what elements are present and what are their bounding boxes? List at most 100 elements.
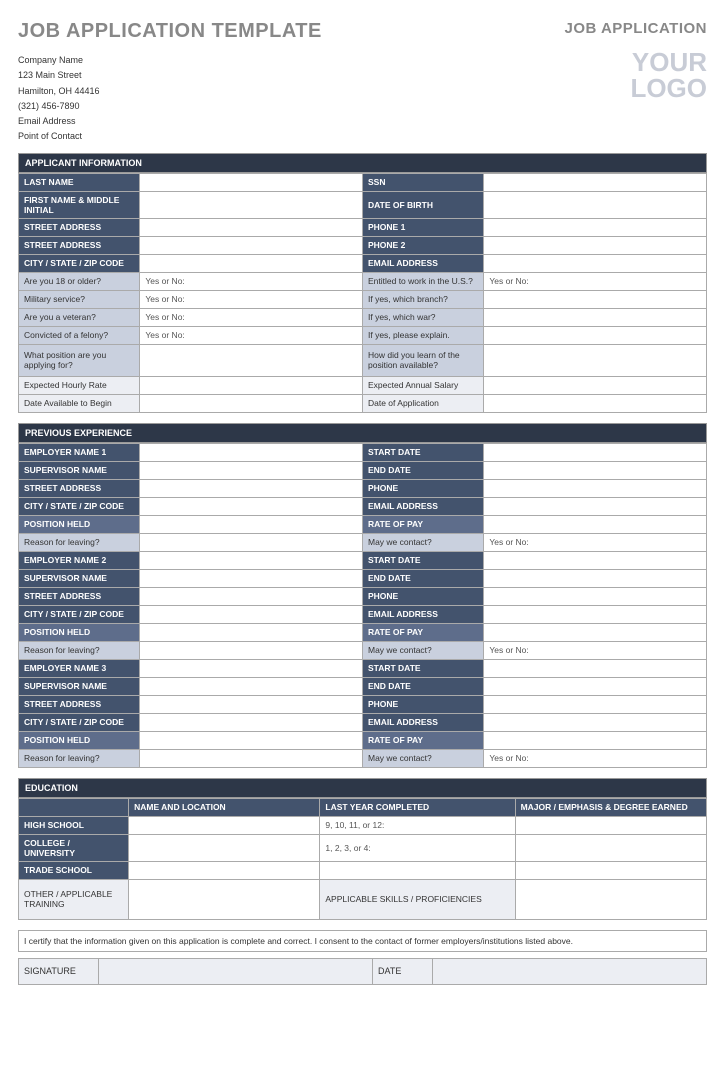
emp1-phone-field[interactable]	[484, 479, 707, 497]
date-field[interactable]	[433, 958, 707, 984]
college-major[interactable]	[515, 834, 706, 861]
trade-nameloc[interactable]	[129, 861, 320, 879]
emp3-pos-field[interactable]	[140, 731, 363, 749]
college-nameloc[interactable]	[129, 834, 320, 861]
hourly-field[interactable]	[140, 376, 363, 394]
emp3-rate-field[interactable]	[484, 731, 707, 749]
signature-field[interactable]	[99, 958, 373, 984]
trade-label: TRADE SCHOOL	[19, 861, 129, 879]
emp3-field[interactable]	[140, 659, 363, 677]
header-right: JOB APPLICATION YOUR LOGO	[564, 20, 707, 145]
emp1-end-label: END DATE	[362, 461, 483, 479]
phone1-field[interactable]	[484, 218, 707, 236]
emp2-sup-field[interactable]	[140, 569, 363, 587]
phone2-label: PHONE 2	[362, 236, 483, 254]
trade-major[interactable]	[515, 861, 706, 879]
emp1-sup-field[interactable]	[140, 461, 363, 479]
street1-field[interactable]	[140, 218, 363, 236]
education-header: EDUCATION	[18, 778, 707, 798]
first-middle-field[interactable]	[140, 191, 363, 218]
last-name-field[interactable]	[140, 173, 363, 191]
hs-years[interactable]: 9, 10, 11, or 12:	[320, 816, 515, 834]
email-label: EMAIL ADDRESS	[362, 254, 483, 272]
emp3-csz-label: CITY / STATE / ZIP CODE	[19, 713, 140, 731]
emp2-csz-field[interactable]	[140, 605, 363, 623]
learn-field[interactable]	[484, 344, 707, 376]
emp1-rate-field[interactable]	[484, 515, 707, 533]
emp3-start-field[interactable]	[484, 659, 707, 677]
emp3-contact-field[interactable]: Yes or No:	[484, 749, 707, 767]
ssn-field[interactable]	[484, 173, 707, 191]
emp3-label: EMPLOYER NAME 3	[19, 659, 140, 677]
applicant-header: APPLICANT INFORMATION	[18, 153, 707, 173]
emp3-email-label: EMAIL ADDRESS	[362, 713, 483, 731]
emp2-street-field[interactable]	[140, 587, 363, 605]
emp3-phone-field[interactable]	[484, 695, 707, 713]
emp1-field[interactable]	[140, 443, 363, 461]
citystatezip-field[interactable]	[140, 254, 363, 272]
emp1-end-field[interactable]	[484, 461, 707, 479]
over18-field[interactable]: Yes or No:	[140, 272, 363, 290]
company-info: Company Name 123 Main Street Hamilton, O…	[18, 53, 322, 145]
job-application-label: JOB APPLICATION	[564, 20, 707, 37]
military-field[interactable]: Yes or No:	[140, 290, 363, 308]
explain-field[interactable]	[484, 326, 707, 344]
emp1-pos-field[interactable]	[140, 515, 363, 533]
college-label: COLLEGE / UNIVERSITY	[19, 834, 129, 861]
emp1-start-field[interactable]	[484, 443, 707, 461]
war-field[interactable]	[484, 308, 707, 326]
branch-field[interactable]	[484, 290, 707, 308]
felony-field[interactable]: Yes or No:	[140, 326, 363, 344]
emp1-reason-field[interactable]	[140, 533, 363, 551]
logo-placeholder: YOUR LOGO	[564, 49, 707, 101]
phone2-field[interactable]	[484, 236, 707, 254]
emp1-email-field[interactable]	[484, 497, 707, 515]
street2-field[interactable]	[140, 236, 363, 254]
dateapp-label: Date of Application	[362, 394, 483, 412]
emp1-start-label: START DATE	[362, 443, 483, 461]
emp3-reason-field[interactable]	[140, 749, 363, 767]
emp3-sup-label: SUPERVISOR NAME	[19, 677, 140, 695]
emp3-csz-field[interactable]	[140, 713, 363, 731]
phone1-label: PHONE 1	[362, 218, 483, 236]
emp2-reason-field[interactable]	[140, 641, 363, 659]
emp3-street-field[interactable]	[140, 695, 363, 713]
email-field[interactable]	[484, 254, 707, 272]
emp3-sup-field[interactable]	[140, 677, 363, 695]
emp3-email-field[interactable]	[484, 713, 707, 731]
emp2-phone-field[interactable]	[484, 587, 707, 605]
emp2-rate-field[interactable]	[484, 623, 707, 641]
emp2-field[interactable]	[140, 551, 363, 569]
skills-field[interactable]	[515, 879, 706, 919]
emp3-end-label: END DATE	[362, 677, 483, 695]
over18-label: Are you 18 or older?	[19, 272, 140, 290]
emp2-pos-field[interactable]	[140, 623, 363, 641]
dob-field[interactable]	[484, 191, 707, 218]
college-years[interactable]: 1, 2, 3, or 4:	[320, 834, 515, 861]
datebegin-field[interactable]	[140, 394, 363, 412]
emp3-end-field[interactable]	[484, 677, 707, 695]
hs-nameloc[interactable]	[129, 816, 320, 834]
other-training-field[interactable]	[129, 879, 320, 919]
emp2-end-field[interactable]	[484, 569, 707, 587]
position-field[interactable]	[140, 344, 363, 376]
emp3-pos-label: POSITION HELD	[19, 731, 140, 749]
emp1-contact-field[interactable]: Yes or No:	[484, 533, 707, 551]
emp2-contact-label: May we contact?	[362, 641, 483, 659]
cert-text: I certify that the information given on …	[19, 930, 707, 951]
annual-field[interactable]	[484, 376, 707, 394]
emp1-street-field[interactable]	[140, 479, 363, 497]
emp2-email-field[interactable]	[484, 605, 707, 623]
cert-table: I certify that the information given on …	[18, 930, 707, 952]
edu-lastyear-hdr: LAST YEAR COMPLETED	[320, 798, 515, 816]
veteran-field[interactable]: Yes or No:	[140, 308, 363, 326]
emp2-end-label: END DATE	[362, 569, 483, 587]
entitled-field[interactable]: Yes or No:	[484, 272, 707, 290]
emp1-csz-field[interactable]	[140, 497, 363, 515]
emp2-contact-field[interactable]: Yes or No:	[484, 641, 707, 659]
trade-years[interactable]	[320, 861, 515, 879]
dateapp-field[interactable]	[484, 394, 707, 412]
hs-major[interactable]	[515, 816, 706, 834]
learn-label: How did you learn of the position availa…	[362, 344, 483, 376]
emp2-start-field[interactable]	[484, 551, 707, 569]
